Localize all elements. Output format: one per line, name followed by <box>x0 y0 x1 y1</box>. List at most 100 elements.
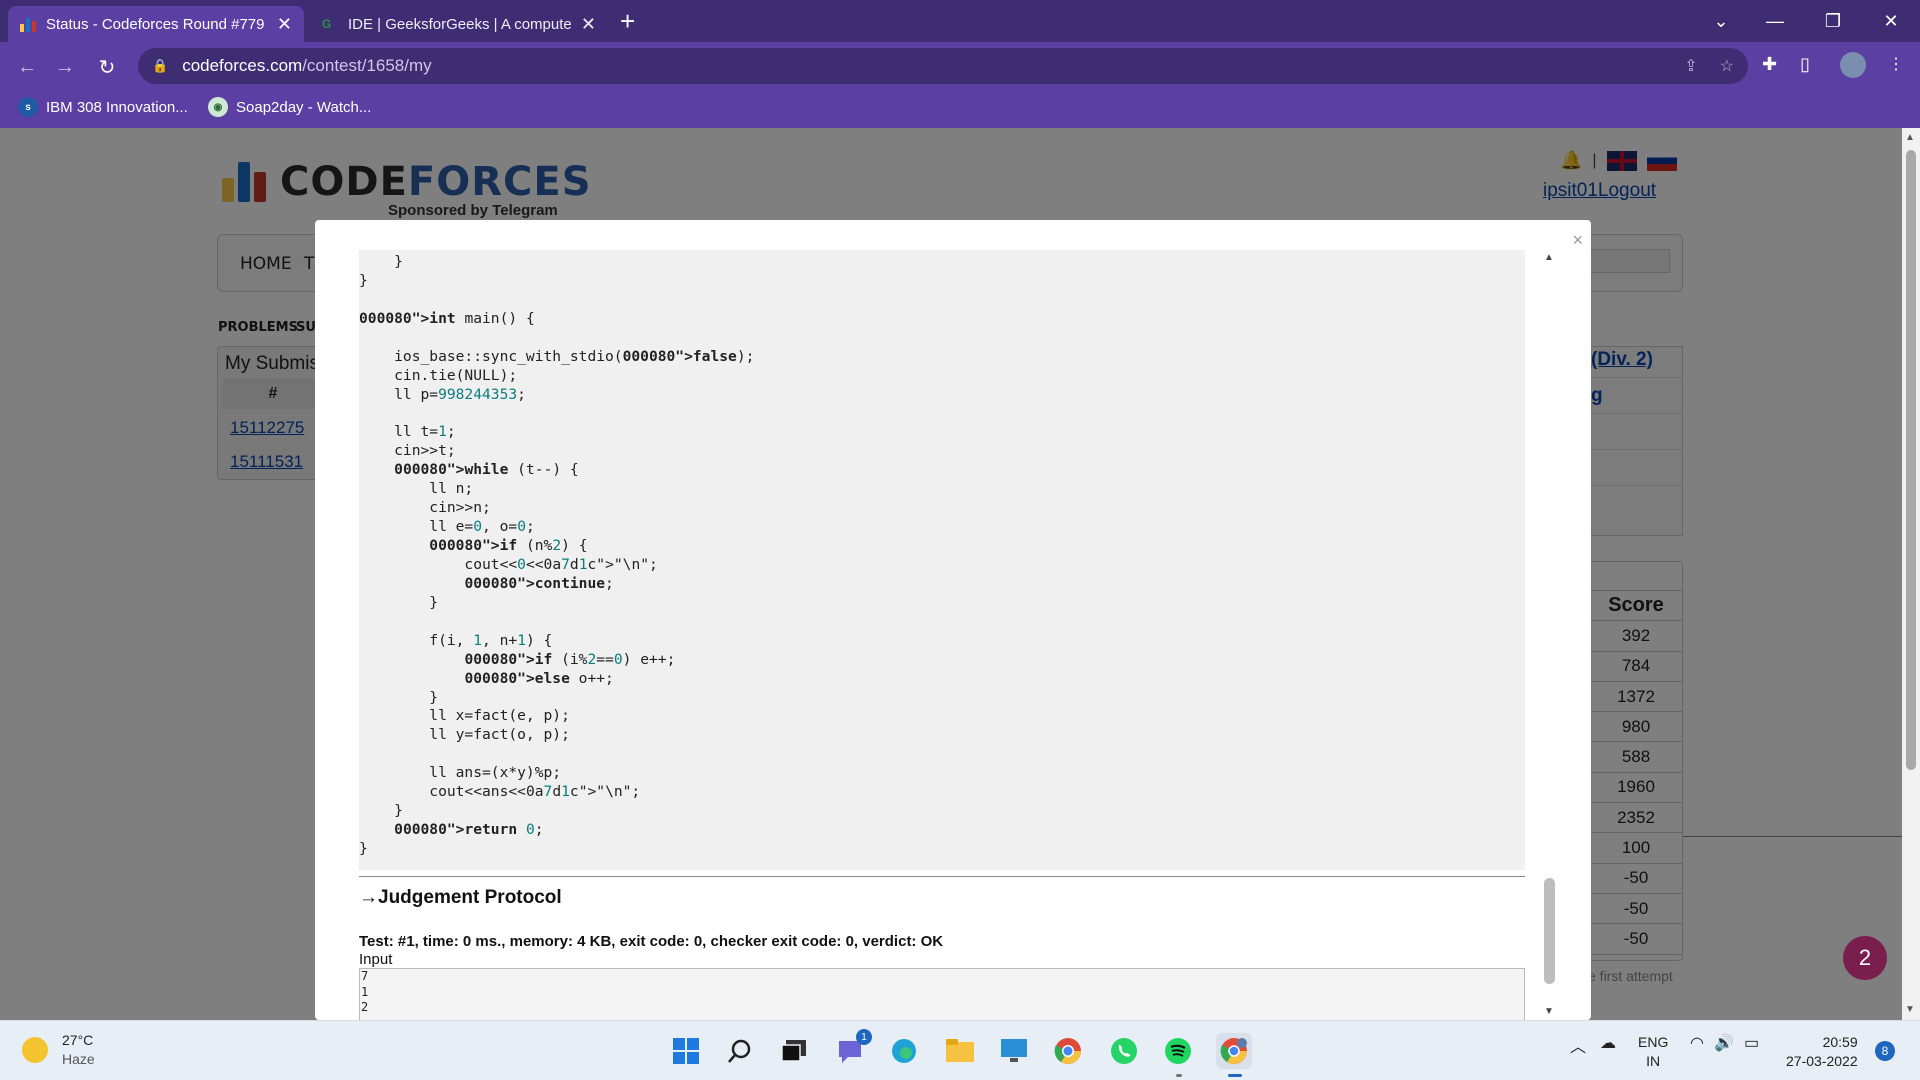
source-code-block: } }} 000080">int main() { ios_base::sync… <box>359 250 1525 870</box>
divider <box>359 876 1525 877</box>
code-line: ll p=998244353; <box>359 385 526 403</box>
code-line: 000080">if (i%2==0) e++; <box>464 650 676 668</box>
address-toolbar: ← → ↻ 🔒 codeforces.com/contest/1658/my ⇪… <box>0 42 1920 90</box>
tab-search-icon[interactable]: ⌄ <box>1694 0 1748 42</box>
clock-date: 27-03-2022 <box>1786 1053 1858 1069</box>
url-bar[interactable]: 🔒 codeforces.com/contest/1658/my ⇪ ☆ <box>138 48 1748 84</box>
code-line: ll ans=(x*y)%p; <box>359 764 562 782</box>
notification-center-badge[interactable]: 8 <box>1875 1041 1895 1061</box>
close-tab-icon[interactable]: ✕ <box>581 14 596 35</box>
close-tab-icon[interactable]: ✕ <box>277 14 292 35</box>
new-tab-button[interactable]: + <box>620 8 635 34</box>
weather-condition: Haze <box>62 1051 95 1067</box>
system-clock[interactable]: 20:59 27-03-2022 <box>1786 1033 1858 1071</box>
input-line: 1 <box>361 984 369 999</box>
teams-chat-icon[interactable]: 1 <box>832 1029 872 1069</box>
judgement-protocol-title: →Judgement Protocol <box>359 887 562 908</box>
scroll-down-arrow-icon[interactable]: ▼ <box>1544 1006 1554 1017</box>
code-line: } <box>359 802 403 820</box>
bookmark-ibm[interactable]: s IBM 308 Innovation... <box>18 97 188 117</box>
file-explorer-icon[interactable] <box>942 1033 978 1069</box>
lock-icon[interactable]: 🔒 <box>152 58 168 74</box>
test-input-box: 7 1 2 <box>359 968 1525 1020</box>
url-path: /contest/1658/my <box>302 56 432 75</box>
code-line: ll n; <box>359 480 474 498</box>
side-panel-icon[interactable]: ▯ <box>1800 54 1810 75</box>
code-line: } <box>359 252 403 270</box>
source-code: } }} 000080">int main() { ios_base::sync… <box>359 250 754 859</box>
chrome-icon[interactable] <box>1050 1033 1086 1069</box>
help-chat-button[interactable]: 2 <box>1843 936 1887 980</box>
temperature: 27°C <box>62 1032 94 1048</box>
scrollbar-thumb[interactable] <box>1906 150 1916 770</box>
code-line: 000080">if (n%2) { <box>429 537 588 554</box>
submission-source-modal: × } }} 000080">int main() { ios_base::sy… <box>315 220 1591 1020</box>
edge-browser-icon[interactable] <box>886 1033 922 1069</box>
browser-menu-icon[interactable]: ⋮ <box>1888 54 1904 74</box>
bookmark-star-icon[interactable]: ☆ <box>1720 56 1734 76</box>
search-icon[interactable] <box>722 1033 758 1069</box>
page-scrollbar[interactable]: ▲ ▼ <box>1902 128 1920 1020</box>
close-window-button[interactable]: ✕ <box>1864 0 1918 42</box>
scrollbar-thumb[interactable] <box>1544 878 1555 984</box>
reload-button[interactable]: ↻ <box>92 52 122 82</box>
battery-icon[interactable]: ▭ <box>1744 1033 1759 1053</box>
input-label: Input <box>359 951 393 968</box>
clock-time: 20:59 <box>1822 1034 1858 1050</box>
chrome-profile-icon[interactable] <box>1216 1033 1252 1077</box>
modal-close-button[interactable]: × <box>1572 230 1583 251</box>
task-view-icon[interactable] <box>776 1033 812 1069</box>
code-line: } <box>359 840 368 857</box>
teams-badge: 1 <box>856 1029 872 1045</box>
windows-taskbar: 27°C Haze 1 ︿ ☁ ENG IN ◠ 🔊 ▭ 20:59 27-03… <box>0 1020 1920 1080</box>
volume-icon[interactable]: 🔊 <box>1714 1033 1734 1053</box>
input-line: 7 <box>361 969 369 983</box>
code-line: ios_base::sync_with_stdio(000080">false)… <box>359 347 755 365</box>
extensions-puzzle-icon[interactable]: ✚ <box>1762 54 1777 75</box>
codeforces-favicon-icon <box>20 16 36 32</box>
weather-sun-icon <box>22 1037 48 1063</box>
wifi-icon[interactable]: ◠ <box>1690 1033 1704 1053</box>
tab-gfg-ide[interactable]: G IDE | GeeksforGeeks | A compute ✕ <box>310 6 608 42</box>
soap2day-bookmark-icon: ◉ <box>208 97 228 117</box>
start-windows-icon[interactable] <box>668 1033 704 1069</box>
network-off-icon[interactable]: ☁ <box>1600 1033 1616 1053</box>
tab-bar: Status - Codeforces Round #779 ✕ G IDE |… <box>0 0 1920 42</box>
remote-desktop-icon[interactable] <box>996 1033 1032 1069</box>
code-line: } <box>359 271 368 289</box>
bookmark-soap2day[interactable]: ◉ Soap2day - Watch... <box>208 97 371 117</box>
forward-button[interactable]: → <box>50 52 80 82</box>
bookmark-label: IBM 308 Innovation... <box>46 98 188 116</box>
url-host: codeforces.com <box>182 56 303 75</box>
minimize-button[interactable]: — <box>1748 0 1802 42</box>
input-line: 2 <box>361 1000 369 1014</box>
code-line: 000080">continue; <box>464 574 614 592</box>
tab-codeforces-status[interactable]: Status - Codeforces Round #779 ✕ <box>8 6 304 42</box>
back-button[interactable]: ← <box>12 52 42 82</box>
scroll-down-arrow-icon[interactable]: ▼ <box>1905 1004 1915 1015</box>
code-line: cout<<ans<<0a7d1c">"\n"; <box>359 783 641 801</box>
code-line: ll y=fact(o, p); <box>359 726 570 744</box>
scroll-up-arrow-icon[interactable]: ▲ <box>1544 252 1554 263</box>
bookmarks-bar: s IBM 308 Innovation... ◉ Soap2day - Wat… <box>0 90 1920 128</box>
code-line: } <box>359 593 439 611</box>
share-icon[interactable]: ⇪ <box>1684 56 1697 76</box>
profile-avatar[interactable] <box>1840 52 1866 78</box>
modal-scrollbar[interactable]: ▲ ▼ <box>1541 250 1557 1020</box>
restore-button[interactable]: ❐ <box>1806 0 1860 42</box>
code-line: f(i, 1, n+1) { <box>359 631 553 649</box>
code-line: 000080">int main() { <box>359 309 535 327</box>
weather-widget[interactable]: 27°C Haze <box>22 1031 95 1069</box>
code-line: 000080">while (t--) { <box>394 461 579 479</box>
tray-overflow-chevron-icon[interactable]: ︿ <box>1570 1033 1586 1057</box>
code-line: cout<<0<<0a7d1c">"\n"; <box>359 555 658 573</box>
whatsapp-icon[interactable] <box>1106 1033 1142 1069</box>
tab-title: Status - Codeforces Round #779 <box>46 15 265 33</box>
scroll-up-arrow-icon[interactable]: ▲ <box>1905 132 1915 143</box>
spotify-icon[interactable] <box>1160 1033 1196 1077</box>
input-language[interactable]: ENG IN <box>1638 1033 1668 1071</box>
